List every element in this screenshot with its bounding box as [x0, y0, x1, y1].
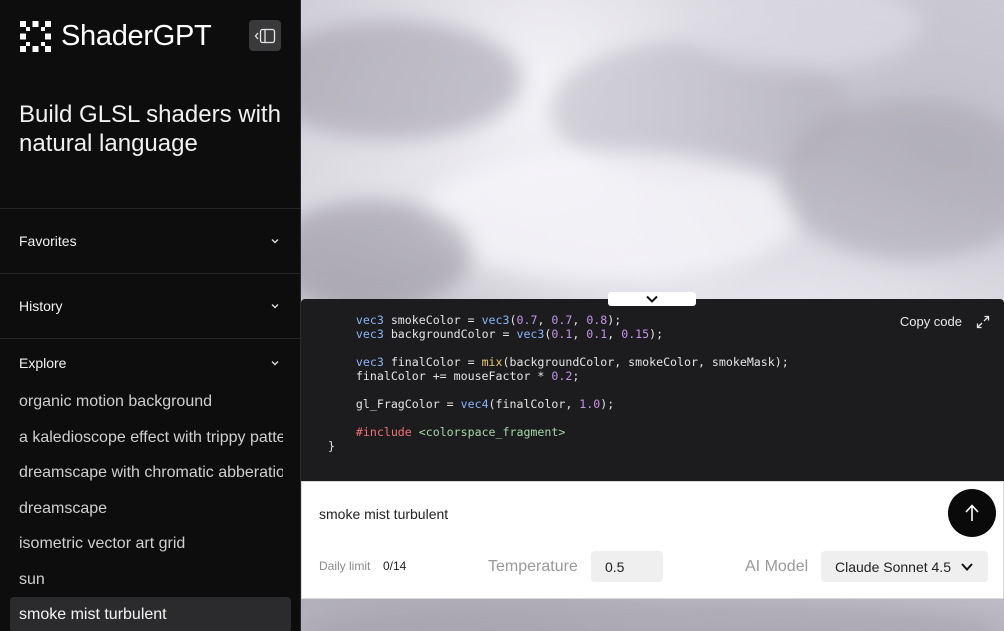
chevron-down-icon [271, 304, 279, 309]
favorites-label: Favorites [19, 233, 77, 249]
explore-section[interactable]: Explore [0, 338, 300, 387]
daily-limit-label: Daily limit [319, 559, 371, 573]
logo-icon [20, 20, 51, 52]
chevron-down-icon [961, 563, 973, 571]
explore-label: Explore [19, 355, 67, 371]
expand-icon[interactable] [976, 315, 990, 329]
daily-limit-value: 0/14 [383, 559, 407, 573]
ai-model-select[interactable]: Claude Sonnet 4.5 [821, 551, 988, 582]
copy-code-button[interactable]: Copy code [900, 314, 962, 329]
explore-item[interactable]: dreamscape with chromatic abberation [0, 455, 283, 491]
ai-model-value: Claude Sonnet 4.5 [835, 558, 951, 575]
brand[interactable]: ShaderGPT [20, 18, 212, 54]
explore-item[interactable]: organic motion background [0, 384, 283, 420]
explore-item[interactable]: a kaledioscope effect with trippy patter… [0, 420, 283, 456]
explore-item[interactable]: sun [0, 562, 283, 598]
temperature-input[interactable] [591, 551, 663, 582]
prompt-input[interactable]: smoke mist turbulent [319, 506, 448, 522]
sidebar-collapse-icon [254, 28, 276, 43]
panel-collapse-button[interactable] [608, 292, 696, 306]
sidebar-collapse-button[interactable] [249, 20, 281, 51]
history-section[interactable]: History [0, 273, 300, 338]
explore-item-active[interactable]: smoke mist turbulent [10, 597, 291, 631]
send-button[interactable] [948, 489, 996, 537]
temperature-label: Temperature [488, 558, 578, 575]
app-name: ShaderGPT [61, 19, 212, 52]
chevron-down-icon [271, 239, 279, 244]
favorites-section[interactable]: Favorites [0, 208, 300, 273]
arrow-up-icon [965, 504, 979, 521]
history-label: History [19, 298, 63, 314]
ai-model-label: AI Model [745, 558, 809, 575]
explore-list: organic motion background a kaledioscope… [0, 384, 300, 631]
prompt-panel: smoke mist turbulent Daily limit 0/14 Te… [301, 481, 1004, 599]
chevron-down-icon [646, 295, 658, 303]
chevron-down-icon [271, 361, 279, 366]
tagline: Build GLSL shaders with natural language [19, 101, 281, 157]
explore-item[interactable]: dreamscape [0, 491, 283, 527]
shader-code[interactable]: vec3 smokeColor = vec3(0.7, 0.7, 0.8); v… [328, 313, 789, 453]
code-panel[interactable]: Copy code vec3 smokeColor = vec3(0.7, 0.… [301, 292, 1004, 481]
sidebar: ShaderGPT Build GLSL shaders with natura… [0, 0, 301, 631]
explore-item[interactable]: isometric vector art grid [0, 526, 283, 562]
